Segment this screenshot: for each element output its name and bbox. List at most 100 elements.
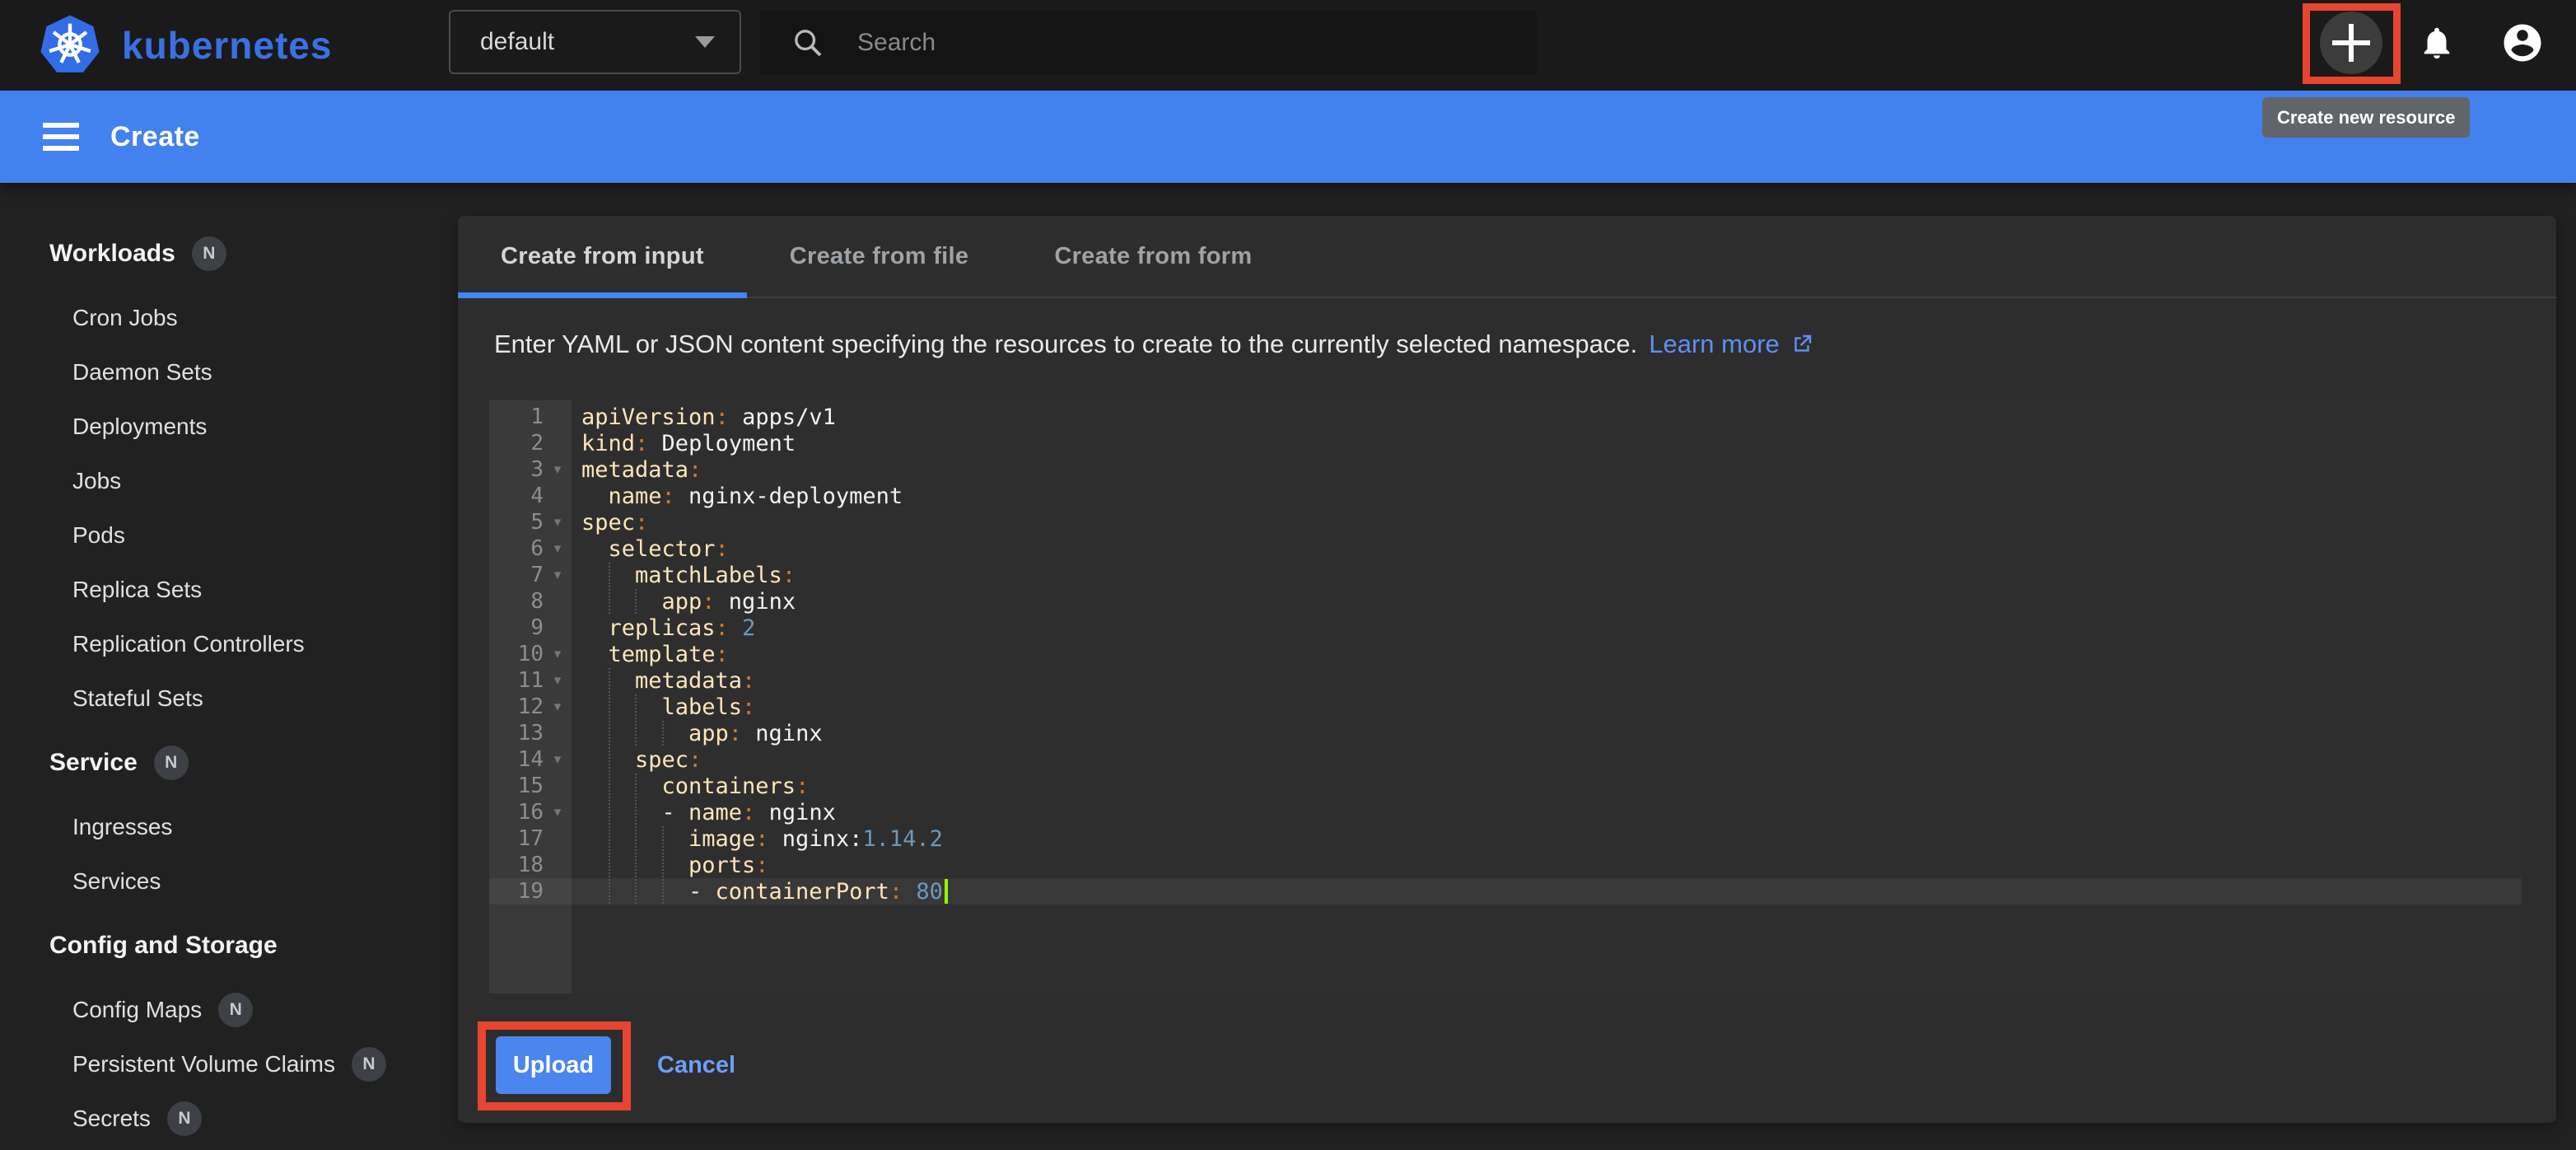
editor-line-code: matchLabels: — [572, 562, 796, 588]
sidebar-item-secrets[interactable]: SecretsN — [0, 1101, 458, 1137]
indent-guide — [609, 800, 636, 825]
namespace-select[interactable]: default — [449, 10, 741, 74]
kubernetes-logo — [38, 13, 102, 77]
sidebar-item-stateful-sets[interactable]: Stateful Sets — [0, 680, 458, 717]
editor-line[interactable]: 13app: nginx — [489, 720, 2522, 746]
sidebar-item-cron-jobs[interactable]: Cron Jobs — [0, 300, 458, 336]
editor-line[interactable]: 11▾metadata: — [489, 667, 2522, 694]
brand[interactable]: kubernetes — [38, 0, 332, 91]
editor-line[interactable]: 19- containerPort: 80 — [489, 878, 2522, 905]
editor-line[interactable]: 4name: nginx-deployment — [489, 483, 2522, 509]
editor-line-gutter: 18 — [489, 853, 572, 877]
code-token: : — [742, 668, 755, 694]
line-number: 10 — [518, 642, 544, 666]
code-token: 1.14.2 — [862, 826, 943, 852]
sidebar-item-pods[interactable]: Pods — [0, 517, 458, 554]
sidebar-nav: WorkloadsN Cron Jobs Daemon Sets Deployment… — [0, 183, 458, 1137]
sidebar-item-jobs[interactable]: Jobs — [0, 463, 458, 499]
fold-arrow-icon[interactable]: ▾ — [544, 751, 572, 768]
fold-arrow-icon[interactable]: ▾ — [544, 567, 572, 583]
cancel-button[interactable]: Cancel — [657, 1052, 735, 1079]
code-token: template — [609, 642, 716, 667]
fold-arrow-icon[interactable]: ▾ — [544, 514, 572, 531]
sidebar-item-replica-sets[interactable]: Replica Sets — [0, 572, 458, 608]
fold-arrow-icon[interactable]: ▾ — [544, 646, 572, 662]
yaml-editor[interactable]: 1apiVersion: apps/v12kind: Deployment3▾m… — [489, 400, 2522, 993]
editor-line-gutter: 6▾ — [489, 536, 572, 561]
editor-line[interactable]: 1apiVersion: apps/v1 — [489, 404, 2522, 430]
indent-guide — [609, 747, 636, 772]
tab-create-from-file[interactable]: Create from file — [747, 216, 1012, 297]
external-link-icon — [1790, 332, 1814, 357]
namespaced-badge: N — [352, 1047, 386, 1082]
editor-line[interactable]: 9replicas: 2 — [489, 615, 2522, 641]
editor-line-code: selector: — [572, 535, 729, 562]
indent-guide — [609, 826, 636, 851]
fold-arrow-icon[interactable]: ▾ — [544, 672, 572, 689]
indent-guide — [581, 641, 609, 667]
tab-label: Create from input — [501, 243, 704, 270]
indent-guide — [635, 589, 662, 614]
indent-guide — [581, 562, 609, 588]
fold-arrow-icon[interactable]: ▾ — [544, 804, 572, 820]
editor-line[interactable]: 14▾spec: — [489, 746, 2522, 773]
sidebar-item-label: Deployments — [72, 414, 207, 440]
indent-guide — [581, 825, 609, 852]
sidebar-item-config-maps[interactable]: Config MapsN — [0, 992, 458, 1028]
menu-icon[interactable] — [43, 123, 79, 151]
sidebar-item-label: Services — [72, 868, 161, 895]
indent-guide — [581, 799, 609, 825]
line-number: 16 — [518, 800, 544, 825]
code-token: containerPort — [716, 879, 889, 905]
create-description: Enter YAML or JSON content specifying th… — [494, 330, 2520, 359]
editor-line[interactable]: 2kind: Deployment — [489, 430, 2522, 456]
editor-line[interactable]: 5▾spec: — [489, 509, 2522, 535]
sidebar-group-title[interactable]: Config and Storage — [0, 928, 458, 964]
search-box[interactable] — [760, 11, 1537, 75]
editor-line[interactable]: 10▾ template: — [489, 641, 2522, 667]
code-token: metadata — [581, 457, 688, 483]
sidebar-group-title[interactable]: WorkloadsN — [0, 236, 458, 272]
editor-line[interactable]: 16▾- name: nginx — [489, 799, 2522, 825]
editor-line[interactable]: 15containers: — [489, 773, 2522, 799]
sidebar-item-services[interactable]: Services — [0, 863, 458, 900]
editor-line[interactable]: 8app: nginx — [489, 588, 2522, 615]
text-cursor — [945, 879, 948, 904]
editor-line[interactable]: 7▾matchLabels: — [489, 562, 2522, 588]
sidebar-item-ingresses[interactable]: Ingresses — [0, 809, 458, 845]
tab-create-from-input[interactable]: Create from input — [458, 216, 747, 297]
fold-arrow-icon[interactable]: ▾ — [544, 461, 572, 478]
notifications-bell-icon[interactable] — [2418, 24, 2456, 62]
editor-line[interactable]: 17image: nginx:1.14.2 — [489, 825, 2522, 852]
indent-guide — [581, 720, 609, 746]
editor-line-gutter: 19 — [489, 879, 572, 904]
editor-line-gutter: 12▾ — [489, 694, 572, 719]
learn-more-link[interactable]: Learn more — [1649, 330, 1814, 359]
code-token: : — [716, 536, 729, 562]
account-icon[interactable] — [2500, 21, 2545, 65]
code-token: : — [635, 510, 648, 535]
editor-line[interactable]: 18ports: — [489, 852, 2522, 878]
code-token: : — [702, 589, 715, 615]
editor-line[interactable]: 6▾selector: — [489, 535, 2522, 562]
sidebar-item-deployments[interactable]: Deployments — [0, 409, 458, 445]
search-input[interactable] — [856, 28, 1501, 58]
code-token: : — [716, 642, 729, 667]
editor-line-gutter: 14▾ — [489, 747, 572, 772]
line-number: 18 — [518, 853, 544, 877]
sidebar-item-replication-controllers[interactable]: Replication Controllers — [0, 626, 458, 662]
fold-arrow-icon[interactable]: ▾ — [544, 699, 572, 715]
editor-line[interactable]: 12▾labels: — [489, 694, 2522, 720]
sidebar-item-daemon-sets[interactable]: Daemon Sets — [0, 354, 458, 390]
line-number: 15 — [518, 774, 544, 798]
tab-create-from-form[interactable]: Create from form — [1011, 216, 1295, 297]
code-token: : — [688, 457, 702, 483]
line-number: 7 — [530, 563, 544, 587]
editor-line[interactable]: 3▾metadata: — [489, 456, 2522, 483]
sidebar-group-title[interactable]: ServiceN — [0, 745, 458, 781]
fold-arrow-icon[interactable]: ▾ — [544, 540, 572, 557]
indent-guide — [609, 879, 636, 904]
sidebar-item-persistent-volume-claims[interactable]: Persistent Volume ClaimsN — [0, 1046, 458, 1082]
code-token: : — [716, 404, 729, 430]
editor-line-gutter: 11▾ — [489, 668, 572, 693]
